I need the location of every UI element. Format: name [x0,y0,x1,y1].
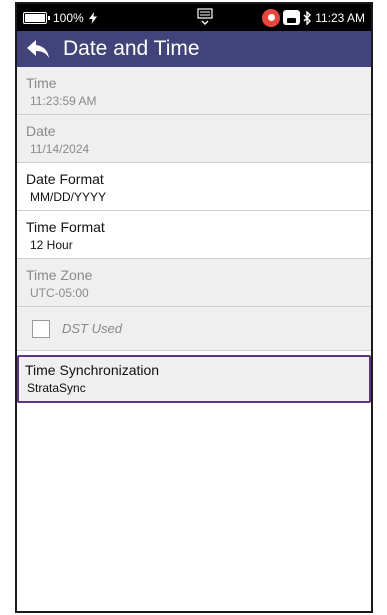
setting-value: StrataSync [27,381,86,395]
setting-value: UTC-05:00 [30,286,89,300]
battery-percent: 100% [53,10,84,25]
status-time: 11:23 AM [315,10,365,25]
setting-date: Date 11/14/2024 [17,115,371,163]
setting-label: Time [26,75,57,91]
dst-label: DST Used [62,321,122,336]
setting-time-format[interactable]: Time Format 12 Hour [17,211,371,259]
device-screen: 100% 11:23 AM Date and Time Time 11:23:5… [15,2,373,613]
status-bar: 100% 11:23 AM [17,4,371,31]
setting-label: Time Zone [26,267,93,283]
cloud-icon [283,10,301,25]
location-pin-icon [262,8,281,27]
status-left: 100% [23,11,98,25]
bluetooth-icon [303,10,312,25]
setting-date-format[interactable]: Date Format MM/DD/YYYY [17,163,371,211]
setting-label: Date [26,123,56,139]
dst-checkbox[interactable] [32,319,50,338]
setting-time-zone: Time Zone UTC-05:00 [17,259,371,307]
keyboard-icon [197,8,213,29]
battery-icon [23,11,50,24]
setting-time-synchronization[interactable]: Time Synchronization StrataSync [17,355,371,403]
back-arrow-icon[interactable] [23,36,53,62]
setting-value: 12 Hour [30,238,73,252]
charging-icon [88,11,97,24]
dst-row: DST Used [17,307,371,351]
page-title: Date and Time [63,37,200,60]
settings-list: Time 11:23:59 AM Date 11/14/2024 Date Fo… [17,67,371,403]
setting-label: Time Synchronization [25,362,160,378]
setting-value: 11:23:59 AM [30,94,97,108]
setting-value: MM/DD/YYYY [30,190,107,204]
status-right: 11:23 AM [262,8,365,27]
title-bar: Date and Time [17,31,371,67]
setting-time: Time 11:23:59 AM [17,67,371,115]
setting-value: 11/14/2024 [30,142,90,156]
setting-label: Date Format [26,171,104,187]
setting-label: Time Format [26,219,105,235]
